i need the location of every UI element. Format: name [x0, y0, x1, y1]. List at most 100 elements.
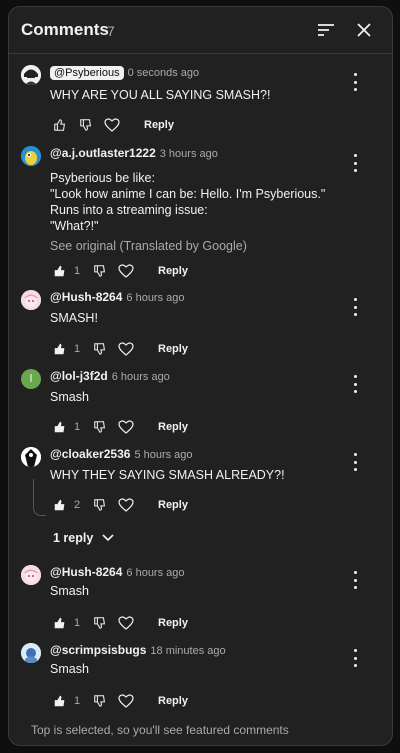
comment-line: SMASH!	[50, 311, 98, 325]
comment-actions: Reply	[50, 115, 174, 135]
comment-line: Psyberious be like:	[50, 171, 155, 185]
author-handle[interactable]: @cloaker2536	[50, 447, 130, 461]
comment-text: SMASH!	[50, 310, 98, 326]
comment-text: Smash	[50, 389, 89, 405]
reply-button[interactable]: Reply	[158, 343, 188, 355]
like-icon[interactable]	[50, 115, 70, 135]
comment-meta: @scrimpsisbugs 18 minutes ago	[50, 643, 226, 657]
see-original-link[interactable]: See original (Translated by Google)	[50, 239, 247, 253]
more-options-icon[interactable]	[348, 375, 362, 393]
author-handle[interactable]: @lol-j3f2d	[50, 369, 108, 383]
comment-time[interactable]: 0 seconds ago	[128, 67, 200, 79]
thread-connector	[33, 479, 46, 516]
more-options-icon[interactable]	[348, 453, 362, 471]
heart-icon[interactable]	[116, 495, 136, 515]
comment-time[interactable]: 6 hours ago	[112, 371, 170, 383]
comment-meta: @cloaker2536 5 hours ago	[50, 447, 193, 461]
dislike-icon[interactable]	[90, 339, 110, 359]
dislike-icon[interactable]	[76, 115, 96, 135]
comment-actions: 1 Reply	[50, 261, 188, 281]
heart-icon[interactable]	[116, 261, 136, 281]
reply-button[interactable]: Reply	[144, 119, 174, 131]
comment-actions: 1 Reply	[50, 417, 188, 437]
author-handle[interactable]: @Hush-8264	[50, 290, 122, 304]
parrot-avatar[interactable]	[21, 146, 41, 166]
comment-actions: 1 Reply	[50, 339, 188, 359]
reply-button[interactable]: Reply	[158, 499, 188, 511]
heart-icon[interactable]	[102, 115, 122, 135]
comment-text: Smash	[50, 583, 89, 599]
heart-icon[interactable]	[116, 417, 136, 437]
author-handle[interactable]: @Psyberious	[50, 66, 124, 80]
heart-icon[interactable]	[116, 339, 136, 359]
like-count: 1	[74, 617, 81, 629]
chevron-down-icon	[102, 534, 114, 542]
comments-count: 7	[107, 23, 115, 39]
comment-text: WHY THEY SAYING SMASH ALREADY?!	[50, 467, 285, 483]
like-icon[interactable]	[50, 417, 70, 437]
comment-text: WHY ARE YOU ALL SAYING SMASH?!	[50, 87, 270, 103]
author-handle[interactable]: @scrimpsisbugs	[50, 643, 146, 657]
heart-icon[interactable]	[116, 691, 136, 711]
reply-button[interactable]: Reply	[158, 265, 188, 277]
psyberious-avatar[interactable]	[21, 65, 41, 85]
dislike-icon[interactable]	[90, 417, 110, 437]
comment-time[interactable]: 5 hours ago	[134, 449, 192, 461]
avatar-letter: l	[29, 373, 33, 385]
comment-time[interactable]: 18 minutes ago	[150, 645, 225, 657]
dislike-icon[interactable]	[90, 691, 110, 711]
author-handle[interactable]: @Hush-8264	[50, 565, 122, 579]
like-count: 1	[74, 695, 81, 707]
like-count: 1	[74, 421, 81, 433]
more-options-icon[interactable]	[348, 154, 362, 172]
like-count: 1	[74, 343, 81, 355]
comment-line: Smash	[50, 662, 89, 676]
reply-button[interactable]: Reply	[158, 421, 188, 433]
author-handle[interactable]: @a.j.outlaster1222	[50, 146, 156, 160]
dislike-icon[interactable]	[90, 613, 110, 633]
comments-title: Comments	[21, 20, 109, 39]
anime-avatar[interactable]	[21, 565, 41, 585]
comment-time[interactable]: 6 hours ago	[126, 292, 184, 304]
comment-time[interactable]: 6 hours ago	[126, 567, 184, 579]
more-options-icon[interactable]	[348, 571, 362, 589]
replies-count-label: 1 reply	[53, 531, 94, 545]
more-options-icon[interactable]	[348, 298, 362, 316]
comment-time[interactable]: 3 hours ago	[160, 148, 218, 160]
close-icon[interactable]	[352, 18, 376, 42]
like-icon[interactable]	[50, 339, 70, 359]
comment-line: Smash	[50, 390, 89, 404]
sort-hint-text: Top is selected, so you'll see featured …	[31, 723, 289, 737]
like-icon[interactable]	[50, 613, 70, 633]
view-replies-button[interactable]: 1 reply	[53, 531, 115, 545]
like-count: 1	[74, 265, 81, 277]
comment-text: Smash	[50, 661, 89, 677]
cloaker-avatar[interactable]	[21, 447, 41, 467]
comment-meta: @lol-j3f2d 6 hours ago	[50, 369, 170, 383]
reply-button[interactable]: Reply	[158, 695, 188, 707]
letter-avatar[interactable]: l	[21, 369, 41, 389]
scrimp-avatar[interactable]	[21, 643, 41, 663]
like-icon[interactable]	[50, 495, 70, 515]
dislike-icon[interactable]	[90, 261, 110, 281]
dislike-icon[interactable]	[90, 495, 110, 515]
comment-meta: @Hush-8264 6 hours ago	[50, 290, 185, 304]
comment-line: WHY ARE YOU ALL SAYING SMASH?!	[50, 88, 271, 102]
anime-avatar[interactable]	[21, 290, 41, 310]
heart-icon[interactable]	[116, 613, 136, 633]
comment-meta: @Psyberious 0 seconds ago	[50, 65, 199, 80]
sort-icon[interactable]	[314, 18, 338, 42]
like-count: 2	[74, 499, 81, 511]
comment-line: Smash	[50, 584, 89, 598]
more-options-icon[interactable]	[348, 649, 362, 667]
comment-line: "Look how anime I can be: Hello. I'm Psy…	[50, 187, 326, 201]
comment-meta: @a.j.outlaster1222 3 hours ago	[50, 146, 218, 160]
comment-actions: 1 Reply	[50, 691, 188, 711]
like-icon[interactable]	[50, 691, 70, 711]
like-icon[interactable]	[50, 261, 70, 281]
reply-button[interactable]: Reply	[158, 617, 188, 629]
comment-meta: @Hush-8264 6 hours ago	[50, 565, 185, 579]
comment-text: Psyberious be like: "Look how anime I ca…	[50, 170, 325, 234]
more-options-icon[interactable]	[348, 73, 362, 91]
comment-line: Runs into a streaming issue:	[50, 203, 208, 217]
